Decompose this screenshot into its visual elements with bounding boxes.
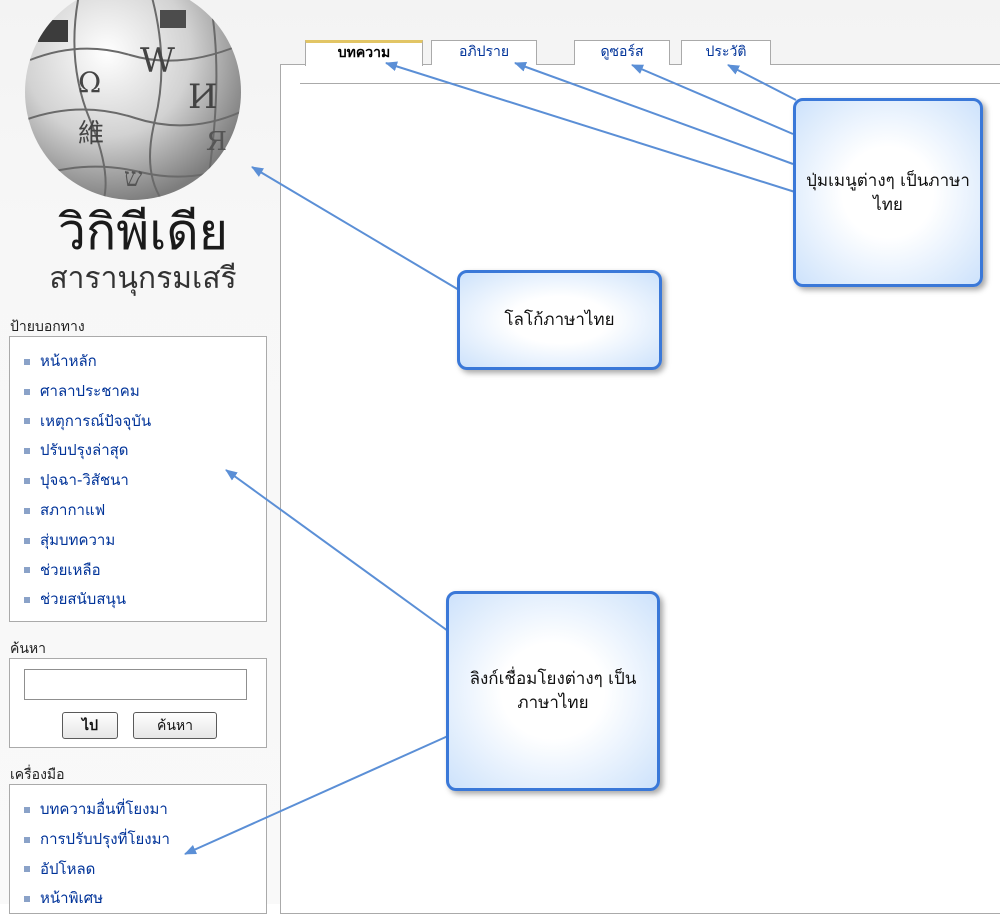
globe-glyph-ya: Я <box>206 127 227 157</box>
logo-title: วิกิพีเดีย <box>57 203 229 261</box>
toolbox-title: เครื่องมือ <box>10 767 65 783</box>
toolbox-item-3[interactable]: อัปโหลด <box>24 855 266 885</box>
nav-item-8[interactable]: ช่วยเหลือ <box>24 556 266 586</box>
go-button[interactable]: ไป <box>62 712 118 739</box>
globe-glyph-i: И <box>188 77 218 117</box>
callout-thai-logo: โลโก้ภาษาไทย <box>457 270 662 370</box>
nav-item-5[interactable]: ปุจฉา-วิสัชนา <box>24 466 266 496</box>
navigation-list: หน้าหลักศาลาประชาคมเหตุการณ์ปัจจุบันปรับ… <box>10 337 266 615</box>
callout-menu-buttons: ปุ่มเมนูต่างๆ เป็นภาษาไทย <box>793 98 983 287</box>
tab-article[interactable]: บทความ <box>305 40 423 66</box>
search-input[interactable] <box>24 669 247 700</box>
navigation-portlet: หน้าหลักศาลาประชาคมเหตุการณ์ปัจจุบันปรับ… <box>9 336 267 622</box>
nav-item-label: หน้าหลัก <box>40 352 97 370</box>
bullet-icon <box>24 896 30 903</box>
toolbox-item-label: อัปโหลด <box>40 859 96 878</box>
nav-item-label: ศาลาประชาคม <box>40 381 140 400</box>
nav-item-label: สุ่มบทความ <box>40 530 116 549</box>
bullet-icon <box>24 806 30 813</box>
puzzle-globe-icon: W Ω И Я 維 ש <box>25 0 241 200</box>
nav-item-9[interactable]: ช่วยสนับสนุน <box>24 585 266 615</box>
tab-view-source[interactable]: ดูซอร์ส <box>574 40 670 65</box>
wikipedia-globe-logo[interactable]: W Ω И Я 維 ש <box>20 0 246 206</box>
nav-item-3[interactable]: เหตุการณ์ปัจจุบัน <box>24 407 266 437</box>
nav-item-7[interactable]: สุ่มบทความ <box>24 526 266 556</box>
tab-history[interactable]: ประวัติ <box>681 40 771 65</box>
toolbox-item-4[interactable]: หน้าพิเศษ <box>24 884 266 914</box>
toolbox-portlet: บทความอื่นที่โยงมาการปรับปรุงที่โยงมาอัป… <box>9 784 267 914</box>
nav-item-2[interactable]: ศาลาประชาคม <box>24 377 266 407</box>
nav-item-4[interactable]: ปรับปรุงล่าสุด <box>24 436 266 466</box>
toolbox-item-label: บทความอื่นที่โยงมา <box>40 800 168 818</box>
bullet-icon <box>24 507 30 514</box>
bullet-icon <box>24 537 30 544</box>
bullet-icon <box>24 478 30 485</box>
bullet-icon <box>24 358 30 365</box>
toolbox-item-2[interactable]: การปรับปรุงที่โยงมา <box>24 825 266 855</box>
nav-item-label: เหตุการณ์ปัจจุบัน <box>40 411 152 430</box>
toolbox-item-label: การปรับปรุงที่โยงมา <box>40 829 170 848</box>
search-portlet: ไป ค้นหา <box>9 658 267 748</box>
callout-thai-links: ลิงก์เชื่อมโยงต่างๆ เป็นภาษาไทย <box>446 591 660 791</box>
globe-glyph-shin: ש <box>124 163 143 193</box>
nav-item-label: ปรับปรุงล่าสุด <box>40 441 129 460</box>
nav-item-label: ช่วยสนับสนุน <box>40 590 126 609</box>
bullet-icon <box>24 567 30 574</box>
globe-glyph-omega: Ω <box>78 66 101 99</box>
globe-glyph-w: W <box>140 41 175 81</box>
nav-item-label: สภากาแฟ <box>40 500 106 519</box>
nav-item-label: ปุจฉา-วิสัชนา <box>40 471 129 490</box>
bullet-icon <box>24 836 30 843</box>
toolbox-item-label: หน้าพิเศษ <box>40 889 103 908</box>
bullet-icon <box>24 388 30 395</box>
navigation-title: ป้ายบอกทาง <box>10 319 85 335</box>
nav-item-label: ช่วยเหลือ <box>40 560 101 579</box>
globe-glyph-wei: 維 <box>78 119 104 149</box>
toolbox-item-1[interactable]: บทความอื่นที่โยงมา <box>24 795 266 825</box>
bullet-icon <box>24 597 30 604</box>
bullet-icon <box>24 418 30 425</box>
content-divider <box>300 83 1000 84</box>
nav-item-6[interactable]: สภากาแฟ <box>24 496 266 526</box>
search-title: ค้นหา <box>10 641 47 657</box>
logo-subtitle: สารานุกรมเสรี <box>49 261 237 296</box>
nav-item-1[interactable]: หน้าหลัก <box>24 347 266 377</box>
search-button[interactable]: ค้นหา <box>133 712 217 739</box>
bullet-icon <box>24 448 30 455</box>
bullet-icon <box>24 866 30 873</box>
tab-discussion[interactable]: อภิปราย <box>431 40 537 65</box>
toolbox-list: บทความอื่นที่โยงมาการปรับปรุงที่โยงมาอัป… <box>10 785 266 914</box>
